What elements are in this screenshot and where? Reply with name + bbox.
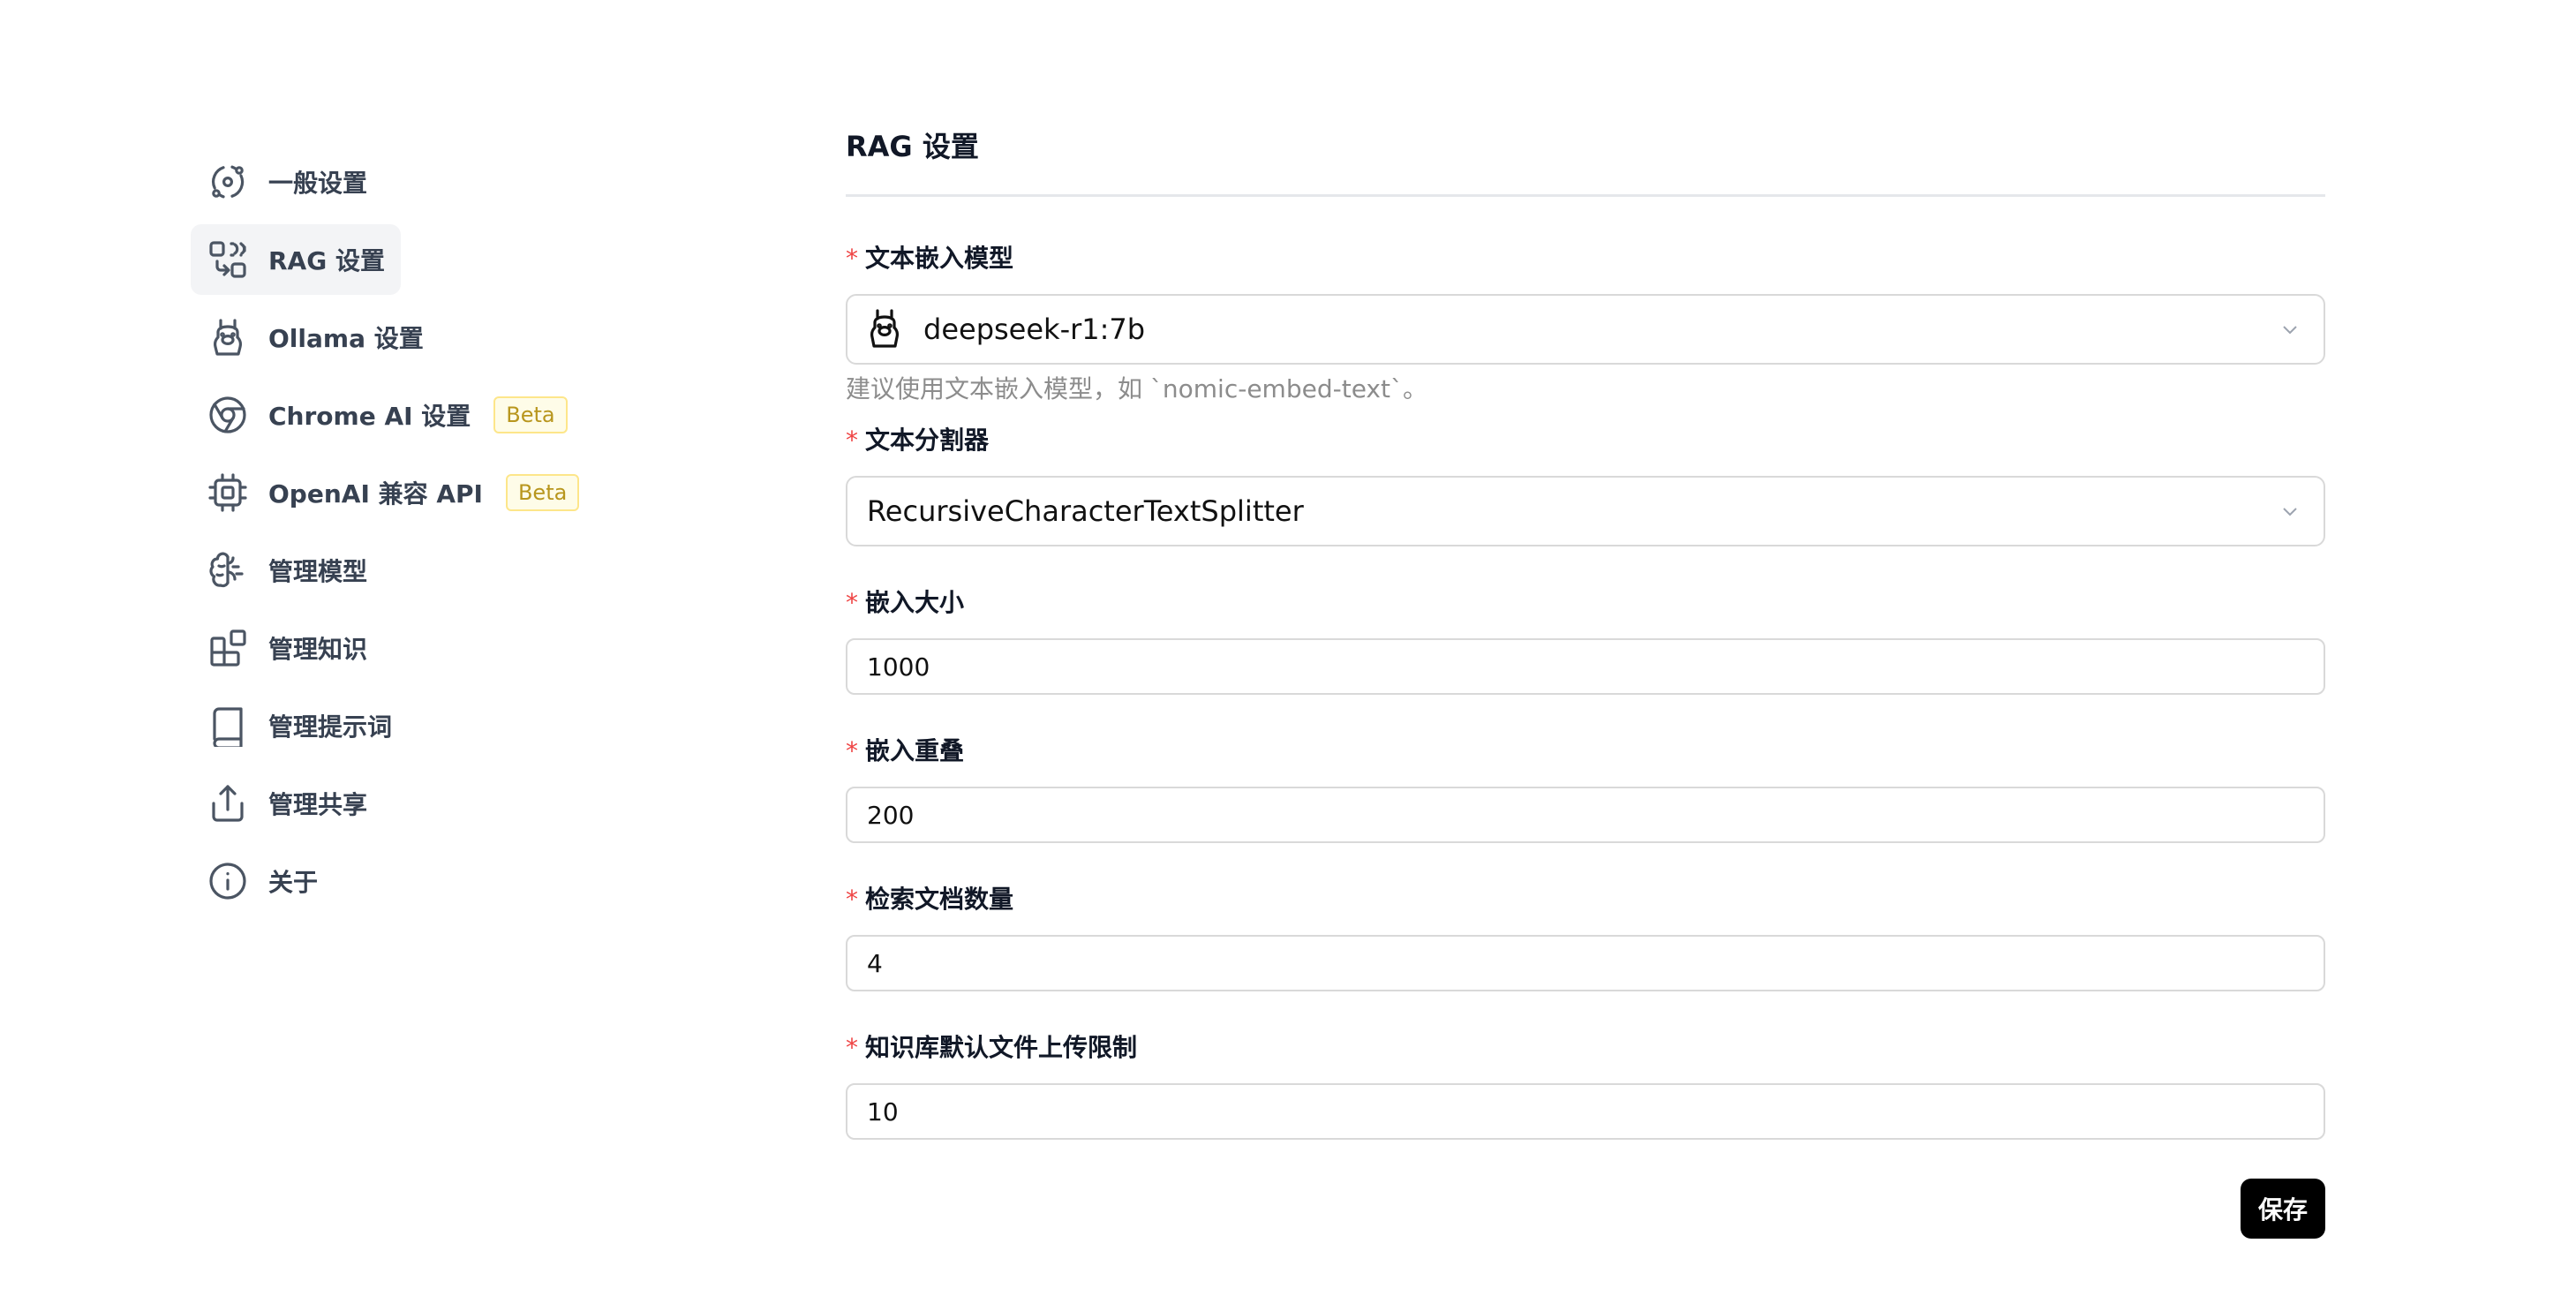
chunk-size-input[interactable]: [846, 638, 2325, 695]
chevron-down-icon: [2279, 501, 2301, 522]
field-label: * 知识库默认文件上传限制: [846, 1030, 2325, 1066]
sidebar-item-openai-api[interactable]: OpenAI 兼容 API Beta: [191, 457, 595, 528]
llama-icon: [207, 316, 249, 358]
sidebar-item-rag[interactable]: RAG 设置: [191, 224, 401, 295]
sidebar-item-about[interactable]: 关于: [191, 846, 385, 916]
field-label: * 嵌入大小: [846, 585, 2325, 621]
brain-icon: [207, 549, 249, 591]
field-label-text: 嵌入大小: [865, 588, 965, 617]
chevron-down-icon: [2279, 319, 2301, 340]
selected-splitter: RecursiveCharacterTextSplitter: [867, 494, 1304, 528]
sidebar-item-manage-knowledge[interactable]: 管理知识: [191, 613, 385, 683]
sidebar-item-label: Chrome AI 设置: [268, 402, 471, 431]
page-title: RAG 设置: [846, 130, 979, 163]
field-label: * 嵌入重叠: [846, 734, 2325, 769]
field-label: * 检索文档数量: [846, 882, 2325, 917]
book-icon: [207, 705, 249, 747]
title-divider: [846, 194, 2325, 197]
sidebar-item-label: Ollama 设置: [268, 324, 424, 353]
chunk-size-field: * 嵌入大小: [846, 585, 2325, 695]
sidebar-item-label: OpenAI 兼容 API: [268, 479, 483, 509]
orbit-icon: [207, 161, 249, 203]
sidebar-item-label: 管理提示词: [268, 712, 393, 742]
sidebar-item-manage-models[interactable]: 管理模型: [191, 535, 385, 606]
doc-count-field: * 检索文档数量: [846, 882, 2325, 991]
sidebar-item-general[interactable]: 一般设置: [191, 147, 385, 217]
required-mark: *: [846, 426, 858, 455]
required-mark: *: [846, 1033, 858, 1062]
field-label-text: 文本分割器: [865, 426, 990, 455]
sidebar-item-manage-prompts[interactable]: 管理提示词: [191, 690, 408, 761]
selected-model: deepseek-r1:7b: [923, 313, 1146, 346]
field-label-text: 检索文档数量: [865, 885, 1014, 914]
rag-settings-panel: RAG 设置 * 文本嵌入模型 deepseek-r1:7b 建议使用文本嵌入模型…: [846, 124, 2325, 1239]
splitter-field: * 文本分割器 RecursiveCharacterTextSplitter: [846, 423, 2325, 546]
field-label: * 文本分割器: [846, 423, 2325, 458]
sidebar-item-label: 管理模型: [268, 557, 368, 586]
combine-icon: [207, 238, 249, 281]
beta-badge: Beta: [493, 396, 568, 434]
share-icon: [207, 782, 249, 825]
field-label: * 文本嵌入模型: [846, 241, 2325, 276]
chrome-icon: [207, 394, 249, 436]
settings-sidebar: 一般设置 RAG 设置 Ollama 设置 Chrome AI 设置 Beta …: [191, 147, 632, 923]
help-text: 建议使用文本嵌入模型，如 `nomic-embed-text`。: [846, 374, 1427, 403]
beta-badge: Beta: [505, 473, 580, 512]
save-button[interactable]: 保存: [2240, 1179, 2325, 1239]
chunk-overlap-input[interactable]: [846, 787, 2325, 843]
embedding-model-field: * 文本嵌入模型 deepseek-r1:7b 建议使用文本嵌入模型，如 `nom…: [846, 241, 2325, 407]
sidebar-item-label: RAG 设置: [268, 246, 385, 275]
embedding-model-select[interactable]: deepseek-r1:7b: [846, 294, 2325, 365]
splitter-select[interactable]: RecursiveCharacterTextSplitter: [846, 476, 2325, 546]
doc-count-input[interactable]: [846, 935, 2325, 991]
sidebar-item-label: 一般设置: [268, 169, 368, 198]
info-icon: [207, 860, 249, 902]
sidebar-item-label: 关于: [268, 868, 319, 897]
blocks-icon: [207, 627, 249, 669]
upload-limit-input[interactable]: [846, 1083, 2325, 1140]
sidebar-item-ollama[interactable]: Ollama 设置: [191, 302, 440, 373]
required-mark: *: [846, 736, 858, 765]
required-mark: *: [846, 885, 858, 914]
required-mark: *: [846, 588, 858, 617]
sidebar-item-label: 管理知识: [268, 635, 368, 664]
form-actions: 保存: [846, 1179, 2325, 1239]
sidebar-item-label: 管理共享: [268, 790, 368, 819]
field-label-text: 文本嵌入模型: [865, 244, 1014, 273]
llama-icon: [867, 308, 902, 350]
field-label-text: 知识库默认文件上传限制: [865, 1033, 1138, 1062]
field-label-text: 嵌入重叠: [865, 736, 965, 765]
cpu-icon: [207, 471, 249, 514]
required-mark: *: [846, 244, 858, 273]
chunk-overlap-field: * 嵌入重叠: [846, 734, 2325, 843]
sidebar-item-manage-share[interactable]: 管理共享: [191, 768, 385, 839]
upload-limit-field: * 知识库默认文件上传限制: [846, 1030, 2325, 1140]
sidebar-item-chrome-ai[interactable]: Chrome AI 设置 Beta: [191, 380, 584, 450]
